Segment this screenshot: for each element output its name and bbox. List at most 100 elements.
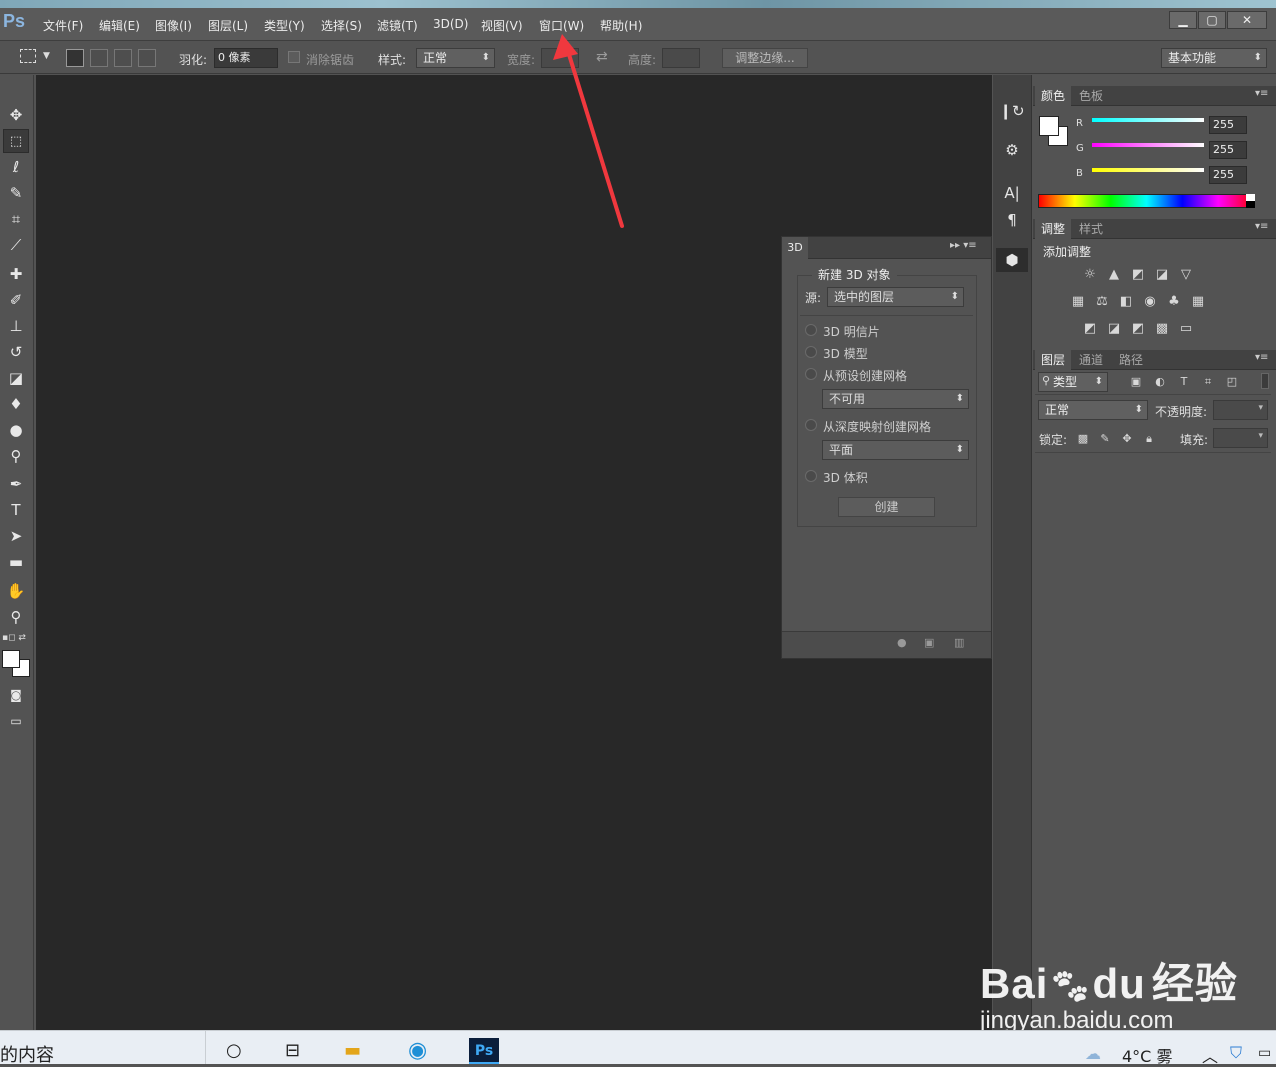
cortana-icon[interactable]: ○ [226,1040,242,1061]
brightness-icon[interactable]: ☼ [1082,268,1098,282]
invert-icon[interactable]: ◩ [1082,322,1098,336]
eraser-tool-icon[interactable]: ◪ [3,366,29,390]
add-selection-icon[interactable] [90,49,108,67]
quick-select-icon[interactable]: ✎ [3,181,29,205]
blur-tool-icon[interactable]: ● [3,418,29,442]
radio-postcard[interactable] [805,324,817,336]
type-tool-icon[interactable]: T [3,498,29,522]
tab-swatches[interactable]: 色板 [1073,86,1109,106]
b-slider[interactable] [1092,168,1204,172]
chevron-down-icon[interactable]: ▼ [43,51,50,61]
light-icon[interactable]: ● [897,636,907,649]
filter-pixel-icon[interactable]: ▣ [1128,375,1144,389]
paragraph-panel-icon[interactable]: ¶ [996,208,1028,232]
depth-map-select[interactable]: 平面 [822,440,969,460]
filter-type-icon[interactable]: T [1176,375,1192,389]
hand-tool-icon[interactable]: ✋ [3,579,29,603]
filter-adjust-icon[interactable]: ◐ [1152,375,1168,389]
antialias-checkbox[interactable] [288,51,300,63]
crop-tool-icon[interactable]: ⌗ [3,207,29,231]
black-white-chip[interactable] [1246,194,1255,208]
create-button[interactable]: 创建 [838,497,935,517]
history-brush-icon[interactable]: ↺ [3,340,29,364]
tab-adjustments[interactable]: 调整 [1035,219,1072,239]
panel-menu-icon[interactable]: ▾≡ [1255,352,1268,363]
trash-icon[interactable]: ▥ [954,636,964,649]
selective-color-icon[interactable]: ▩ [1154,322,1170,336]
opacity-input[interactable]: ▾ [1213,400,1268,420]
filter-shape-icon[interactable]: ⌗ [1200,375,1216,389]
rectangle-tool-icon[interactable]: ▬ [3,550,29,574]
photo-filter-icon[interactable]: ◉ [1142,295,1158,309]
eyedropper-icon[interactable]: ⟋ [3,233,29,257]
height-input[interactable] [662,48,700,68]
menu-type[interactable]: 类型(Y) [264,17,305,34]
r-slider[interactable] [1092,118,1204,122]
battery-icon[interactable]: ▭ [1258,1045,1271,1061]
character-panel-icon[interactable]: A| [996,181,1028,205]
menu-3d[interactable]: 3D(D) [433,17,468,31]
fill-input[interactable]: ▾ [1213,428,1268,448]
healing-brush-icon[interactable]: ✚ [3,262,29,286]
source-select[interactable]: 选中的图层 [827,287,964,307]
render-icon[interactable]: ▣ [924,636,934,649]
file-explorer-icon[interactable]: ▬ [344,1040,361,1061]
exposure-icon[interactable]: ◪ [1154,268,1170,282]
security-shield-icon[interactable]: ⛉ [1230,1043,1242,1063]
b-input[interactable]: 255 [1209,166,1247,184]
search-box-text[interactable]: 的内容 [0,1041,54,1067]
g-slider[interactable] [1092,143,1204,147]
lock-pixels-icon[interactable]: ✎ [1097,432,1113,446]
black-white-icon[interactable]: ◧ [1118,295,1134,309]
screen-mode-icon[interactable]: ▭ [3,709,29,733]
zoom-tool-icon[interactable]: ⚲ [3,605,29,629]
photoshop-taskbar-icon[interactable]: Ps [469,1038,499,1064]
3d-panel-icon[interactable]: ⬢ [996,248,1028,272]
menu-view[interactable]: 视图(V) [481,17,523,34]
lock-all-icon[interactable]: 🔒︎ [1141,432,1157,446]
pen-tool-icon[interactable]: ✒ [3,472,29,496]
task-view-icon[interactable]: ⊟ [285,1040,300,1061]
menu-file[interactable]: 文件(F) [43,17,83,34]
menu-filter[interactable]: 滤镜(T) [377,17,418,34]
feather-input[interactable]: 0 像素 [214,48,278,68]
chevron-up-icon[interactable]: ︿ [1202,1043,1218,1067]
filter-smart-icon[interactable]: ◰ [1224,375,1240,389]
menu-edit[interactable]: 编辑(E) [99,17,140,34]
menu-image[interactable]: 图像(I) [155,17,192,34]
properties-panel-icon[interactable]: ⚙ [996,138,1028,162]
menu-layer[interactable]: 图层(L) [208,17,248,34]
refine-edge-button[interactable]: 调整边缘... [722,48,808,68]
brush-tool-icon[interactable]: ✐ [3,288,29,312]
blend-mode-select[interactable]: 正常 [1038,400,1148,420]
g-input[interactable]: 255 [1209,141,1247,159]
path-select-icon[interactable]: ➤ [3,524,29,548]
paint-bucket-icon[interactable]: ♦ [3,392,29,416]
foreground-color-chip[interactable] [1039,116,1059,136]
stamp-tool-icon[interactable]: ⊥ [3,314,29,338]
preset-mesh-select[interactable]: 不可用 [822,389,969,409]
gradient-map-icon[interactable]: ▭ [1178,322,1194,336]
radio-model[interactable] [805,346,817,358]
move-tool-icon[interactable]: ✥ [3,103,29,127]
channel-mixer-icon[interactable]: ♣ [1166,295,1182,309]
new-selection-icon[interactable] [66,49,84,67]
intersect-selection-icon[interactable] [138,49,156,67]
tab-layers[interactable]: 图层 [1035,350,1072,370]
dodge-tool-icon[interactable]: ⚲ [3,444,29,468]
color-lookup-icon[interactable]: ▦ [1190,295,1206,309]
tab-paths[interactable]: 路径 [1113,350,1149,370]
foreground-color-swatch[interactable] [2,650,20,668]
quick-mask-icon[interactable]: ◙ [3,683,29,707]
radio-volume[interactable] [805,470,817,482]
subtract-selection-icon[interactable] [114,49,132,67]
radio-preset-mesh[interactable] [805,368,817,380]
tab-channels[interactable]: 通道 [1073,350,1109,370]
lock-transparency-icon[interactable]: ▩ [1075,432,1091,446]
curves-icon[interactable]: ◩ [1130,268,1146,282]
color-balance-icon[interactable]: ⚖ [1094,295,1110,309]
style-select[interactable]: 正常 [416,48,495,68]
workspace-select[interactable]: 基本功能 [1161,48,1267,68]
layers-list[interactable] [1035,453,1271,1025]
close-button[interactable]: ✕ [1227,11,1267,29]
